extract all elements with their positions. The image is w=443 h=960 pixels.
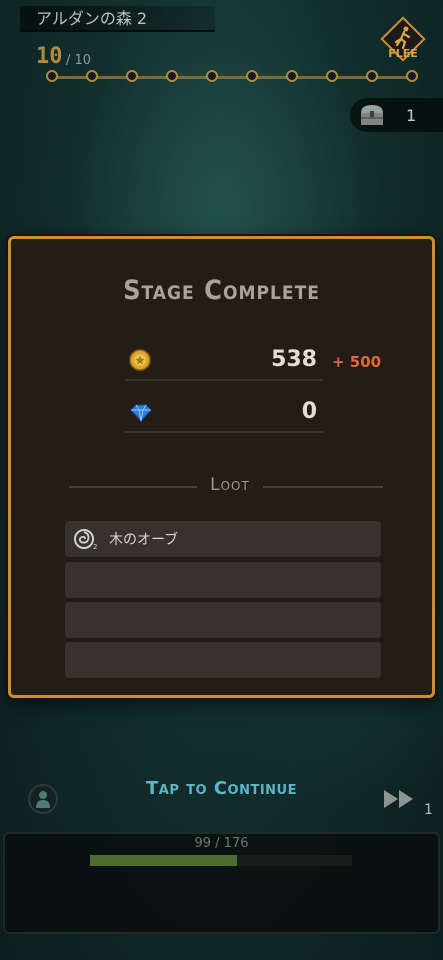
coin-row: 538 (125, 345, 323, 381)
stage-progress-dot (86, 70, 98, 82)
tap-to-continue[interactable]: Tap to Continue (0, 778, 443, 799)
stage-progress-dot (286, 70, 298, 82)
stage-progress-dot (326, 70, 338, 82)
blue-gem-icon (130, 404, 152, 422)
stage-progress-track (52, 76, 412, 79)
hp-bar-fill (90, 855, 238, 866)
stage-progress-dot (166, 70, 178, 82)
fast-forward-button[interactable] (382, 788, 418, 810)
stage-title: アルダンの森 2 (20, 6, 215, 32)
flee-label: FLEE (388, 47, 418, 60)
loot-slot-3 (65, 602, 381, 638)
coin-gain: + 500 (332, 353, 382, 371)
panel-title: Stage Complete (123, 275, 320, 306)
loot-divider-left (69, 486, 197, 488)
hp-text: 99 / 176 (194, 836, 249, 851)
stage-progress-current: 10 (36, 44, 63, 69)
loot-slot-4 (65, 642, 381, 678)
stage-progress-dot (366, 70, 378, 82)
gem-row: 0 (125, 397, 323, 433)
coin-value: 538 (271, 347, 317, 372)
loot-item-name: 木のオーブ (109, 532, 179, 548)
stage-progress-dot (46, 70, 58, 82)
loot-divider-right (263, 486, 383, 488)
stage-progress-dot (206, 70, 218, 82)
chest-count: 1 (406, 106, 417, 125)
stage-complete-panel: Stage Complete 538 + 500 0 Loot 2 木のオーブ (8, 236, 435, 698)
svg-text:2: 2 (93, 543, 97, 550)
fast-forward-count: 1 (424, 802, 433, 818)
stage-progress-total: / 10 (66, 53, 92, 68)
gem-value: 0 (301, 399, 317, 424)
loot-title: Loot (210, 475, 250, 495)
stage-progress-dot (246, 70, 258, 82)
wood-orb-icon: 2 (74, 529, 97, 550)
treasure-chest-icon (361, 105, 383, 125)
loot-slot-1[interactable]: 2 木のオーブ (65, 521, 381, 557)
hp-bar (90, 855, 352, 866)
stage-progress-dot (406, 70, 418, 82)
fast-forward-icon (384, 790, 413, 808)
stage-progress-dot (126, 70, 138, 82)
loot-slot-2 (65, 562, 381, 598)
gold-coin-icon (129, 349, 151, 371)
